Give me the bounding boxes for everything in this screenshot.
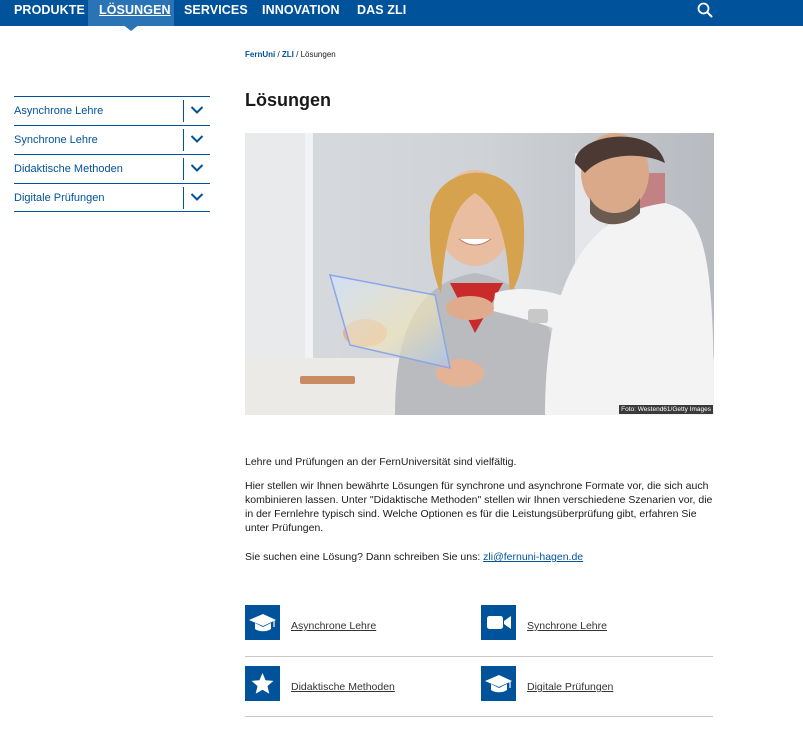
tile-synchrone-lehre[interactable]: Synchrone Lehre <box>481 605 713 657</box>
tile-label[interactable]: Synchrone Lehre <box>527 620 607 632</box>
nav-item-loesungen[interactable]: LÖSUNGEN <box>88 0 174 26</box>
breadcrumb-current: Lösungen <box>300 50 336 59</box>
breadcrumb-separator: / <box>275 50 282 59</box>
tile-label[interactable]: Digitale Prüfungen <box>527 681 613 693</box>
graduation-cap-icon <box>481 666 516 701</box>
breadcrumb: FernUni / ZLI / Lösungen <box>245 50 336 59</box>
sidebar-expand-toggle[interactable] <box>183 158 210 180</box>
intro-text: Lehre und Prüfungen an der FernUniversit… <box>245 456 517 468</box>
chevron-down-icon <box>190 106 204 114</box>
sidebar-item-label[interactable]: Didaktische Methoden <box>14 163 123 175</box>
breadcrumb-separator: / <box>293 50 301 59</box>
sidebar-item-digitale-pruefungen[interactable]: Digitale Prüfungen <box>14 183 210 212</box>
star-icon <box>245 666 280 701</box>
image-credit: Foto: Westend61/Getty Images <box>619 405 713 414</box>
hero-image: Foto: Westend61/Getty Images <box>245 133 714 415</box>
sidebar-expand-toggle[interactable] <box>183 100 210 122</box>
tile-divider <box>245 716 713 717</box>
sidebar-expand-toggle[interactable] <box>183 129 210 151</box>
breadcrumb-link-zli[interactable]: ZLI <box>282 50 294 59</box>
chevron-down-icon <box>190 135 204 143</box>
nav-item-services[interactable]: SERVICES <box>184 0 248 26</box>
sidebar-item-asynchrone-lehre[interactable]: Asynchrone Lehre <box>14 96 210 125</box>
nav-item-innovation[interactable]: INNOVATION <box>262 0 340 26</box>
search-icon[interactable] <box>696 1 714 19</box>
tile-didaktische-methoden[interactable]: Didaktische Methoden <box>245 666 477 718</box>
contact-prefix: Sie suchen eine Lösung? Dann schreiben S… <box>245 551 484 563</box>
nav-item-produkte[interactable]: PRODUKTE <box>14 0 85 26</box>
sidebar: Asynchrone Lehre Synchrone Lehre Didakti… <box>14 96 210 212</box>
breadcrumb-link-fernuni[interactable]: FernUni <box>245 50 275 59</box>
tile-asynchrone-lehre[interactable]: Asynchrone Lehre <box>245 605 477 657</box>
video-camera-icon <box>481 605 516 640</box>
sidebar-item-synchrone-lehre[interactable]: Synchrone Lehre <box>14 125 210 154</box>
chevron-down-icon <box>190 193 204 201</box>
contact-text: Sie suchen eine Lösung? Dann schreiben S… <box>245 550 715 564</box>
active-nav-indicator <box>122 24 140 31</box>
nav-item-das-zli[interactable]: DAS ZLI <box>357 0 406 26</box>
tile-label[interactable]: Didaktische Methoden <box>291 681 395 693</box>
sidebar-item-label[interactable]: Digitale Prüfungen <box>14 192 105 204</box>
tile-digitale-pruefungen[interactable]: Digitale Prüfungen <box>481 666 713 718</box>
tile-divider <box>245 656 713 657</box>
tile-label[interactable]: Asynchrone Lehre <box>291 620 376 632</box>
contact-email-link[interactable]: zli@fernuni-hagen.de <box>483 551 583 563</box>
sidebar-item-label[interactable]: Asynchrone Lehre <box>14 105 103 117</box>
top-navigation: PRODUKTE LÖSUNGEN SERVICES INNOVATION DA… <box>0 0 803 26</box>
sidebar-expand-toggle[interactable] <box>183 187 210 209</box>
chevron-down-icon <box>190 164 204 172</box>
graduation-cap-icon <box>245 605 280 640</box>
sidebar-item-label[interactable]: Synchrone Lehre <box>14 134 98 146</box>
page-title: Lösungen <box>245 90 331 110</box>
sidebar-item-didaktische-methoden[interactable]: Didaktische Methoden <box>14 154 210 183</box>
body-paragraph: Hier stellen wir Ihnen bewährte Lösungen… <box>245 480 713 534</box>
